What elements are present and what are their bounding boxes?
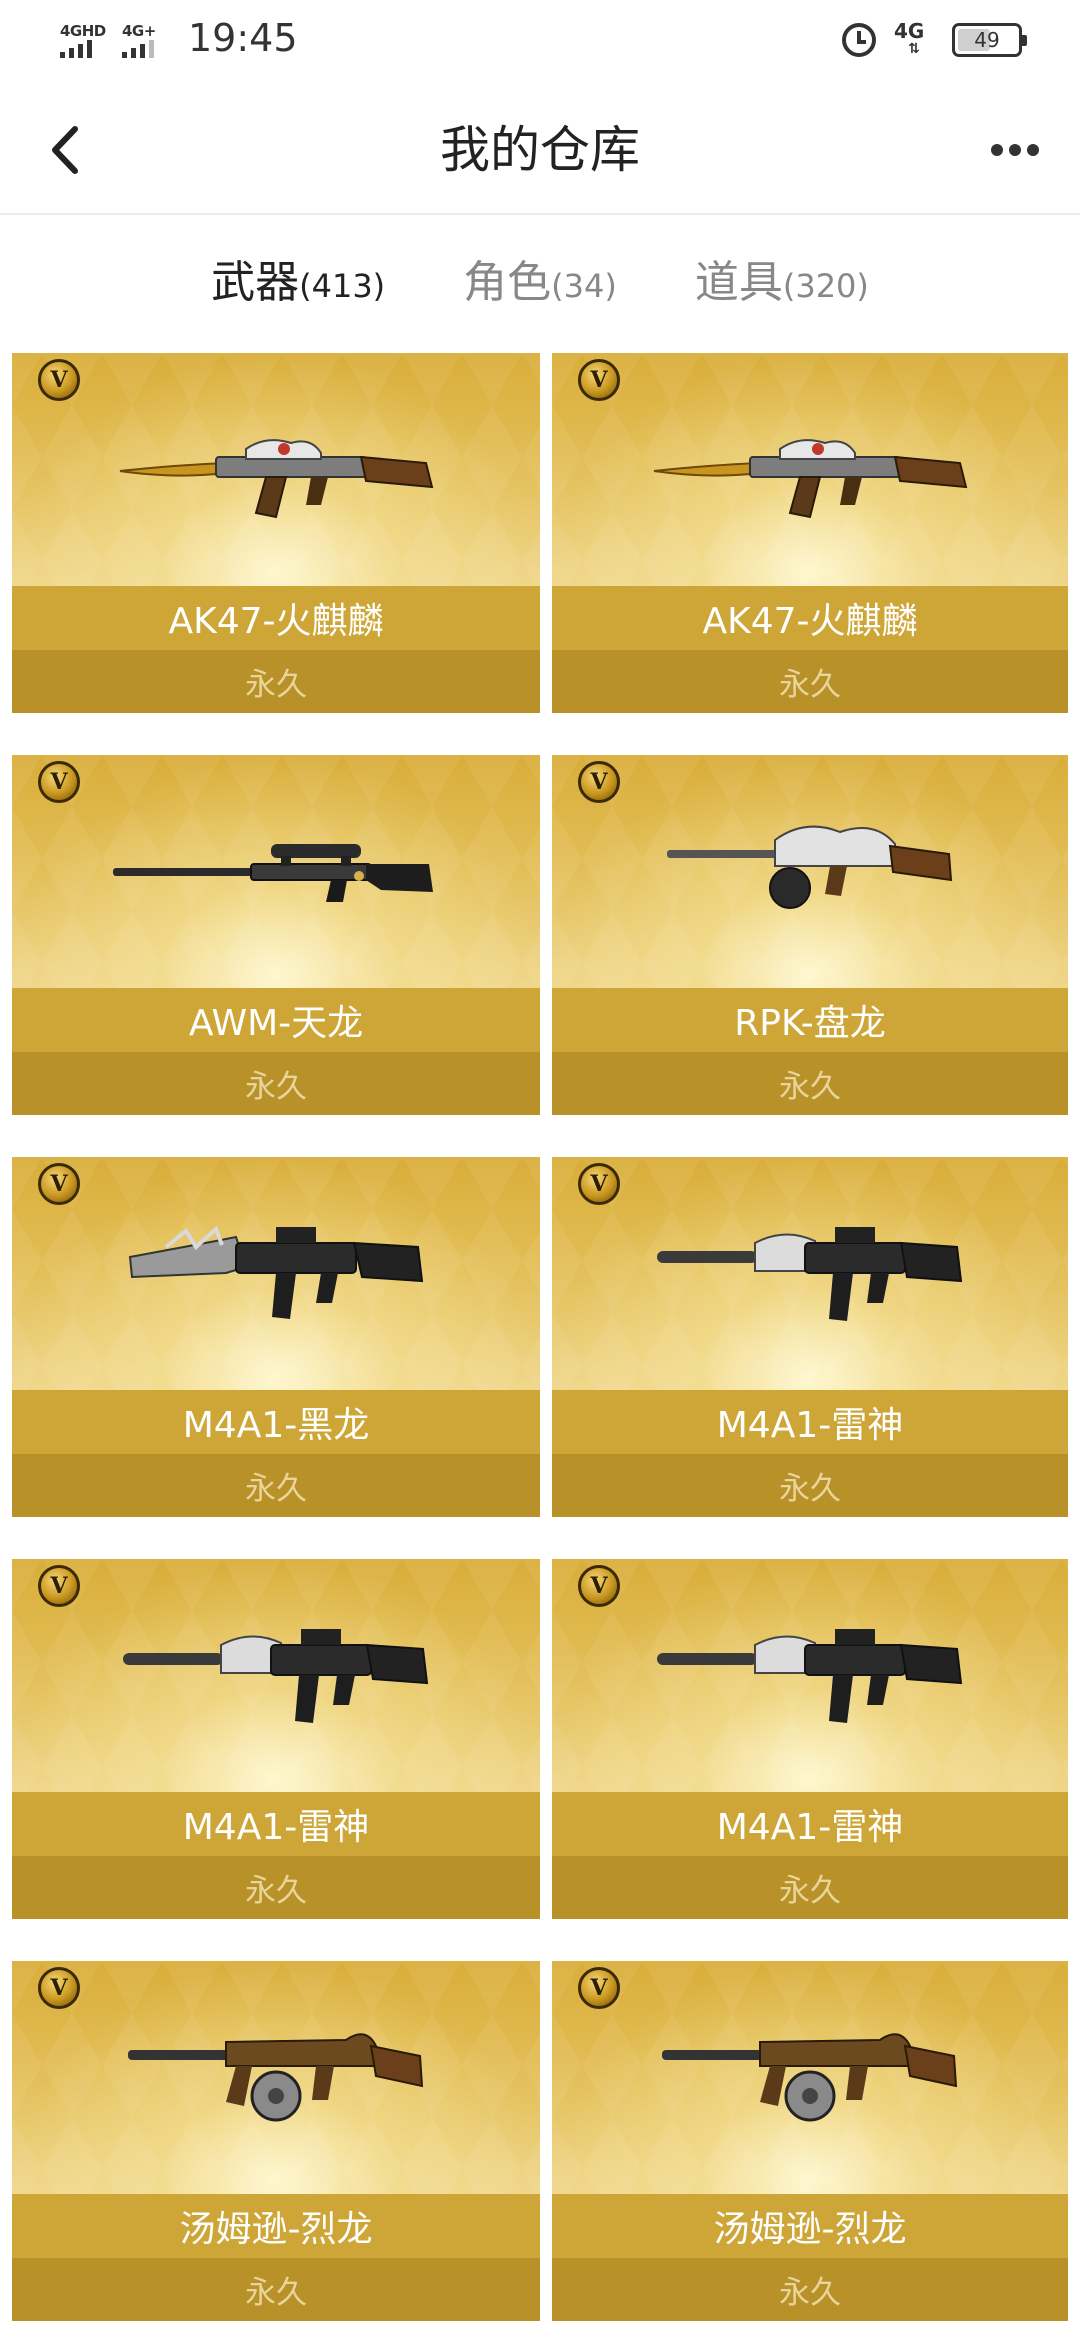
item-duration: 永久	[12, 650, 540, 713]
item-duration: 永久	[552, 1856, 1068, 1919]
item-card[interactable]: V 汤姆逊-烈龙 永久	[12, 1961, 540, 2321]
item-name: 汤姆逊-烈龙	[12, 2194, 540, 2258]
item-artwork: V	[12, 755, 540, 988]
item-duration: 永久	[552, 1454, 1068, 1517]
item-card[interactable]: V 汤姆逊-烈龙 永久	[552, 1961, 1068, 2321]
battery-icon: 49	[952, 23, 1027, 57]
vip-badge-icon: V	[578, 1967, 620, 2009]
item-name: AK47-火麒麟	[552, 586, 1068, 650]
item-name: M4A1-雷神	[12, 1792, 540, 1856]
category-tabs: 武器 (413) 角色 (34) 道具 (320)	[0, 215, 1080, 340]
tab-characters[interactable]: 角色 (34)	[463, 246, 617, 310]
navigation-bar: 我的仓库	[0, 85, 1080, 215]
item-artwork: V	[12, 1157, 540, 1390]
vip-badge-icon: V	[38, 761, 80, 803]
weapon-icon	[126, 1207, 426, 1341]
item-duration: 永久	[12, 2258, 540, 2321]
weapon-icon	[655, 1207, 965, 1341]
item-card[interactable]: V AK47-火麒麟 永久	[552, 353, 1068, 713]
item-duration: 永久	[12, 1856, 540, 1919]
weapon-icon	[116, 413, 436, 527]
item-artwork: V	[12, 353, 540, 586]
item-duration: 永久	[552, 1052, 1068, 1115]
item-name: M4A1-黑龙	[12, 1390, 540, 1454]
item-artwork: V	[552, 1157, 1068, 1390]
item-card[interactable]: V AK47-火麒麟 永久	[12, 353, 540, 713]
more-options-button[interactable]	[980, 115, 1050, 185]
vip-badge-icon: V	[578, 1565, 620, 1607]
item-duration: 永久	[552, 650, 1068, 713]
item-artwork: V	[552, 1559, 1068, 1792]
cellular-signal-icon: 4GHD	[60, 22, 108, 58]
item-card[interactable]: V M4A1-黑龙 永久	[12, 1157, 540, 1517]
vip-badge-icon: V	[38, 1163, 80, 1205]
weapon-icon	[126, 2016, 426, 2140]
status-time: 19:45	[188, 16, 298, 60]
item-duration: 永久	[552, 2258, 1068, 2321]
vip-badge-icon: V	[578, 761, 620, 803]
vip-badge-icon: V	[38, 1565, 80, 1607]
item-name: AK47-火麒麟	[12, 586, 540, 650]
item-artwork: V	[552, 353, 1068, 586]
item-card[interactable]: V AWM-天龙 永久	[12, 755, 540, 1115]
tab-items[interactable]: 道具 (320)	[695, 246, 869, 310]
vip-badge-icon: V	[578, 1163, 620, 1205]
weapon-icon	[650, 413, 970, 527]
item-name: RPK-盘龙	[552, 988, 1068, 1052]
item-card[interactable]: V M4A1-雷神 永久	[552, 1559, 1068, 1919]
cellular-signal-icon: 4G+	[122, 22, 170, 58]
item-name: M4A1-雷神	[552, 1390, 1068, 1454]
status-bar: 4GHD 4G+ 19:45 4G ⇅ 49	[0, 0, 1080, 85]
item-name: AWM-天龙	[12, 988, 540, 1052]
more-dots-icon	[991, 144, 1003, 156]
item-card[interactable]: V RPK-盘龙 永久	[552, 755, 1068, 1115]
item-card[interactable]: V M4A1-雷神 永久	[552, 1157, 1068, 1517]
item-duration: 永久	[12, 1454, 540, 1517]
battery-level: 49	[974, 28, 1000, 52]
item-name: M4A1-雷神	[552, 1792, 1068, 1856]
mobile-data-icon: 4G ⇅	[894, 19, 925, 57]
tab-weapons[interactable]: 武器 (413)	[211, 246, 385, 310]
vip-badge-icon: V	[38, 359, 80, 401]
item-artwork: V	[12, 1559, 540, 1792]
weapon-icon	[111, 830, 441, 914]
item-artwork: V	[12, 1961, 540, 2194]
page-title: 我的仓库	[440, 121, 640, 179]
item-duration: 永久	[12, 1052, 540, 1115]
item-artwork: V	[552, 755, 1068, 988]
vip-badge-icon: V	[38, 1967, 80, 2009]
weapon-icon	[655, 1609, 965, 1743]
item-name: 汤姆逊-烈龙	[552, 2194, 1068, 2258]
item-grid: V AK47-火麒麟 永久 V AK47-火麒麟 永久 V AWM-天龙 永久 …	[12, 353, 1068, 2321]
item-card[interactable]: V M4A1-雷神 永久	[12, 1559, 540, 1919]
alarm-icon	[842, 23, 876, 57]
weapon-icon	[665, 810, 955, 934]
item-artwork: V	[552, 1961, 1068, 2194]
weapon-icon	[660, 2016, 960, 2140]
vip-badge-icon: V	[578, 359, 620, 401]
weapon-icon	[121, 1609, 431, 1743]
